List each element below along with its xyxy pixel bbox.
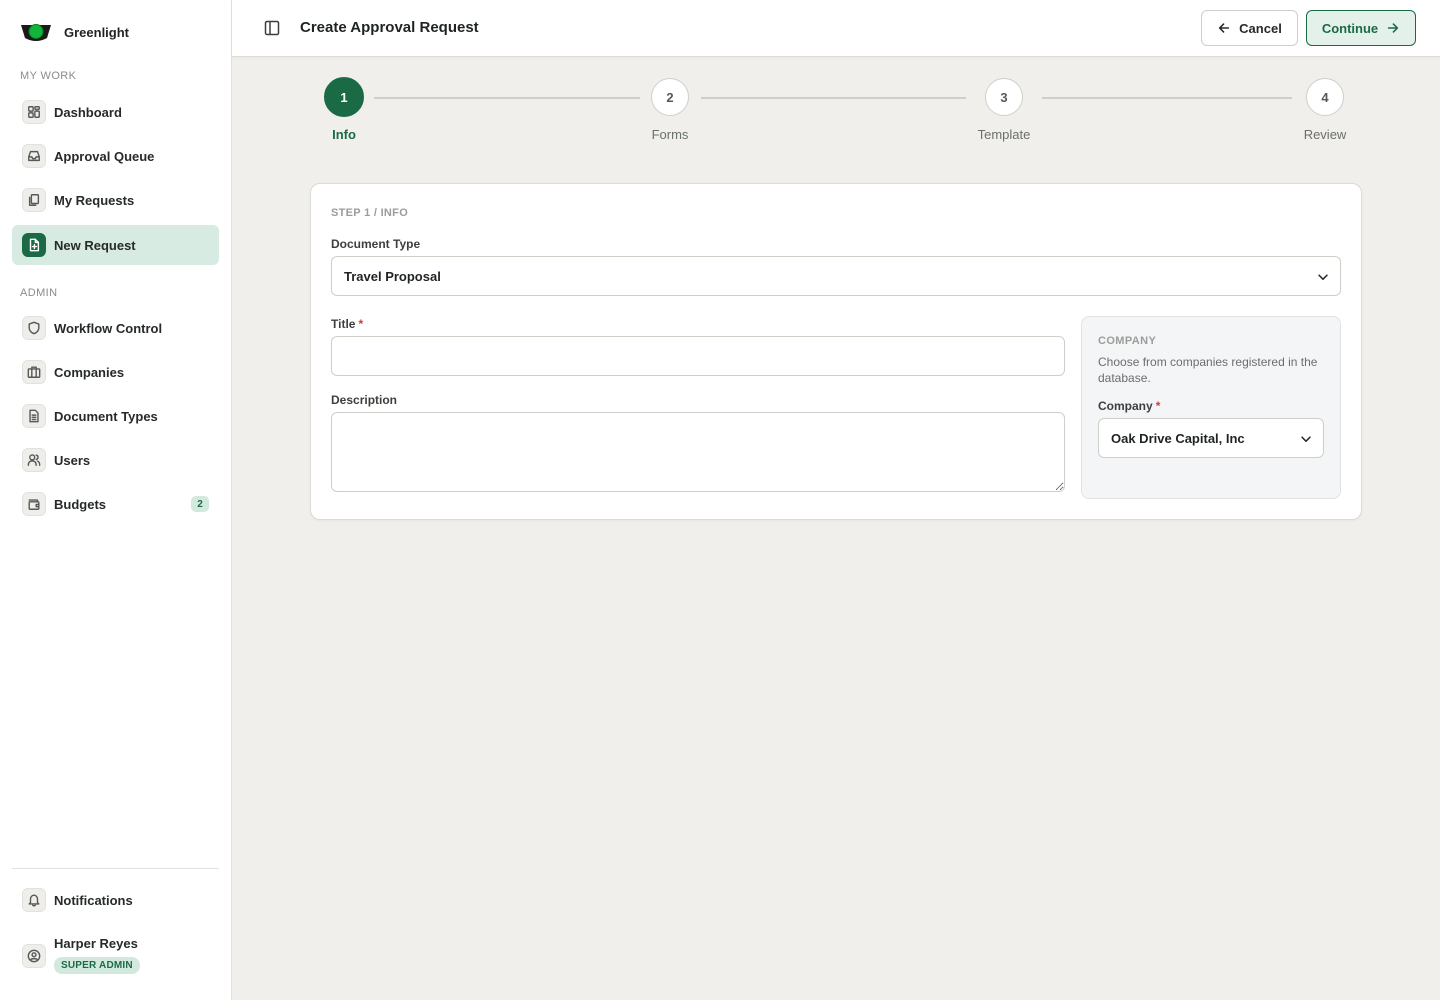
brand-name: Greenlight xyxy=(64,24,130,40)
sidebar-item-notifications[interactable]: Notifications xyxy=(12,880,219,920)
document-type-select[interactable]: Travel Proposal xyxy=(331,256,1341,296)
sidebar-item-label: Companies xyxy=(54,364,125,380)
info-form-card: STEP 1 / INFO Document Type Travel Propo… xyxy=(310,183,1362,520)
inbox-icon xyxy=(22,144,46,168)
step-4-label: Review xyxy=(1303,127,1347,142)
briefcase-icon xyxy=(22,360,46,384)
chevron-down-icon xyxy=(1301,436,1311,442)
step-caption: STEP 1 / INFO xyxy=(331,207,409,219)
document-type-label: Document Type xyxy=(331,237,421,251)
step-1-label: Info xyxy=(332,127,356,142)
step-2-label: Forms xyxy=(651,127,689,142)
title-input[interactable] xyxy=(331,336,1065,376)
company-select[interactable]: Oak Drive Capital, Inc xyxy=(1098,418,1324,458)
description-textarea[interactable] xyxy=(331,412,1065,492)
step-4-circle[interactable]: 4 xyxy=(1306,78,1344,116)
arrow-left-icon xyxy=(1219,23,1230,33)
required-asterisk: * xyxy=(358,317,364,331)
company-label: Company * xyxy=(1098,399,1160,413)
sidebar-item-label: My Requests xyxy=(54,192,135,208)
sidebar-item-label: Budgets xyxy=(54,496,106,512)
sidebar-item-workflow-control[interactable]: Workflow Control xyxy=(12,308,219,348)
company-label-text: Company xyxy=(1098,399,1153,413)
step-1-circle[interactable]: 1 xyxy=(324,77,364,117)
wallet-icon xyxy=(22,492,46,516)
brand[interactable]: Greenlight xyxy=(20,18,129,46)
sidebar-item-label: Users xyxy=(54,452,91,468)
step-2-circle[interactable]: 2 xyxy=(651,78,689,116)
section-label-my-work: MY WORK xyxy=(20,70,77,82)
document-icon xyxy=(22,404,46,428)
required-asterisk: * xyxy=(1155,399,1161,413)
budgets-count-badge: 2 xyxy=(191,496,209,512)
sidebar-item-new-request[interactable]: New Request xyxy=(12,225,219,265)
user-info: Harper Reyes SUPER ADMIN xyxy=(54,934,140,974)
user-profile[interactable]: Harper Reyes SUPER ADMIN xyxy=(22,934,140,974)
file-plus-icon xyxy=(22,233,46,257)
title-label-text: Title xyxy=(331,317,356,331)
sidebar: Greenlight MY WORK Dashboard Approval Qu… xyxy=(0,0,232,1000)
sidebar-item-users[interactable]: Users xyxy=(12,440,219,480)
chevron-down-icon xyxy=(1318,274,1328,280)
traffic-light-logo-icon xyxy=(21,24,51,41)
step-3-label: Template xyxy=(977,127,1031,142)
copy-icon xyxy=(22,188,46,212)
sidebar-item-label: Document Types xyxy=(54,408,158,424)
company-panel: COMPANY Choose from companies registered… xyxy=(1081,316,1341,499)
cancel-button[interactable]: Cancel xyxy=(1201,10,1298,46)
company-panel-title: COMPANY xyxy=(1098,335,1157,347)
sidebar-panel-icon xyxy=(264,20,280,36)
sidebar-item-dashboard[interactable]: Dashboard xyxy=(12,92,219,132)
sidebar-divider xyxy=(12,868,219,869)
top-bar: Create Approval Request Cancel Continue xyxy=(232,0,1440,57)
users-icon xyxy=(22,448,46,472)
title-label: Title * xyxy=(331,317,363,331)
step-connector xyxy=(701,97,966,99)
shield-icon xyxy=(22,316,46,340)
dashboard-icon xyxy=(22,100,46,124)
cancel-button-label: Cancel xyxy=(1239,20,1282,36)
sidebar-item-approval-queue[interactable]: Approval Queue xyxy=(12,136,219,176)
document-type-value: Travel Proposal xyxy=(344,268,441,284)
continue-button-label: Continue xyxy=(1321,20,1379,36)
section-label-admin: ADMIN xyxy=(20,287,58,299)
description-label: Description xyxy=(331,393,398,407)
sidebar-item-label: Dashboard xyxy=(54,104,122,120)
sidebar-item-document-types[interactable]: Document Types xyxy=(12,396,219,436)
user-name: Harper Reyes xyxy=(54,936,138,951)
bell-icon xyxy=(22,888,46,912)
sidebar-item-my-requests[interactable]: My Requests xyxy=(12,180,219,220)
sidebar-item-label: New Request xyxy=(54,237,136,253)
company-panel-description: Choose from companies registered in the … xyxy=(1098,355,1318,385)
step-connector xyxy=(1042,97,1292,99)
sidebar-item-label: Notifications xyxy=(54,892,133,908)
sidebar-toggle-button[interactable] xyxy=(262,18,282,38)
user-role-badge: SUPER ADMIN xyxy=(54,957,140,974)
step-connector xyxy=(374,97,640,99)
arrow-right-icon xyxy=(1387,23,1399,33)
company-value: Oak Drive Capital, Inc xyxy=(1111,430,1245,446)
sidebar-item-label: Workflow Control xyxy=(54,320,163,336)
page-title: Create Approval Request xyxy=(300,19,479,36)
continue-button[interactable]: Continue xyxy=(1306,10,1416,46)
sidebar-item-budgets[interactable]: Budgets 2 xyxy=(12,484,219,524)
sidebar-item-companies[interactable]: Companies xyxy=(12,352,219,392)
sidebar-item-label: Approval Queue xyxy=(54,148,155,164)
step-3-circle[interactable]: 3 xyxy=(985,78,1023,116)
user-circle-icon xyxy=(22,944,46,968)
